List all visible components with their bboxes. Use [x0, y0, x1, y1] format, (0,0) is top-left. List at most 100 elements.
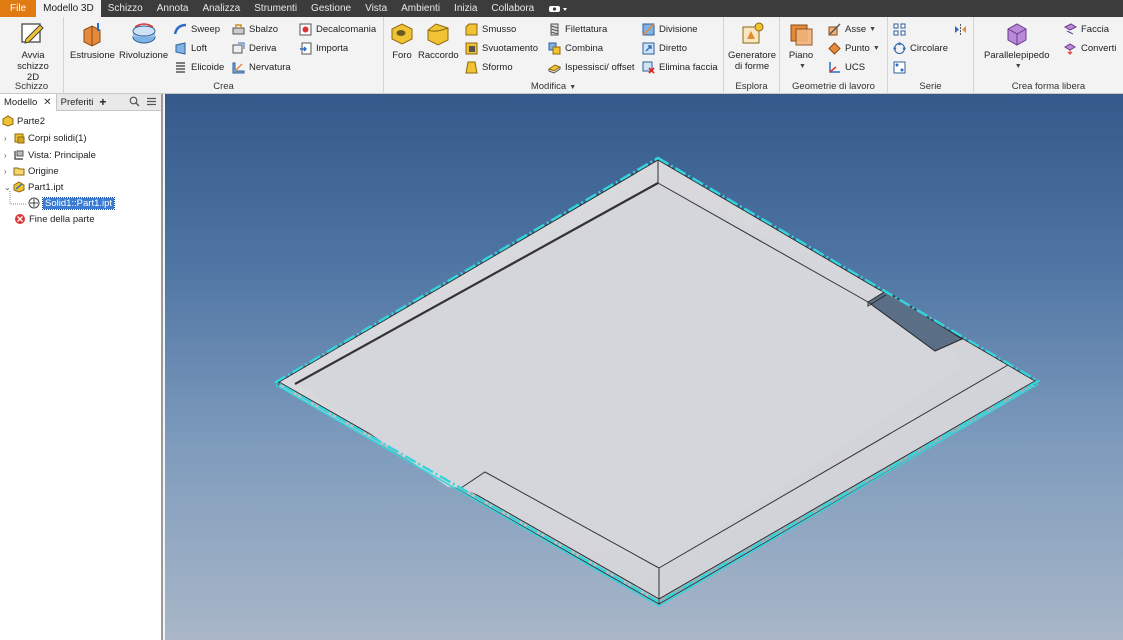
tree-item-end-of-part[interactable]: Fine della parte	[14, 212, 94, 226]
ispessisci-button[interactable]: Ispessisci/ offset	[548, 59, 635, 75]
camera-dropdown-icon[interactable]	[541, 0, 577, 17]
svuotamento-button[interactable]: Svuotamento	[465, 40, 538, 56]
rectangular-pattern-icon	[893, 23, 906, 35]
panel-schizzo: Avvia schizzo 2D Schizzo	[0, 17, 64, 94]
asse-button[interactable]: Asse ▼	[828, 21, 876, 37]
chevron-right-icon[interactable]: ›	[4, 167, 12, 176]
tab-modello[interactable]: Modello ✕	[0, 93, 57, 111]
divisione-button[interactable]: Divisione	[642, 21, 698, 37]
menu-icon[interactable]	[146, 96, 157, 110]
sformo-button[interactable]: Sformo	[465, 59, 513, 75]
tree-item-view[interactable]: › Vista: Principale	[4, 148, 96, 162]
thicken-icon	[548, 63, 561, 74]
import-icon	[300, 42, 312, 54]
nervatura-label: Nervatura	[249, 61, 291, 73]
search-icon[interactable]	[129, 96, 140, 110]
tab-schizzo[interactable]: Schizzo	[101, 0, 150, 17]
loft-button[interactable]: Loft	[174, 40, 207, 56]
tab-collabora[interactable]: Collabora	[484, 0, 541, 17]
estrusione-button[interactable]: Estrusione	[70, 21, 115, 61]
shape-generator-label-2: di forme	[734, 61, 770, 72]
importa-button[interactable]: Importa	[299, 40, 348, 56]
part-model[interactable]	[165, 94, 1123, 640]
loft-icon	[175, 41, 186, 55]
faccia-label: Faccia	[1081, 23, 1109, 35]
elimina-faccia-button[interactable]: Elimina faccia	[642, 59, 718, 75]
work-axis-icon	[828, 23, 841, 35]
circolare-label: Circolare	[910, 42, 949, 54]
sbalzo-button[interactable]: Sbalzo	[232, 21, 278, 37]
plus-icon[interactable]: +	[99, 95, 106, 109]
raccordo-button[interactable]: Raccordo	[418, 21, 459, 61]
smusso-button[interactable]: Smusso	[465, 21, 516, 37]
start-sketch-button[interactable]: Avvia schizzo 2D	[6, 21, 60, 83]
piano-button[interactable]: Piano ▼	[788, 21, 814, 72]
sketch-pattern-button[interactable]	[893, 59, 910, 75]
parallelepipedo-button[interactable]: Parallelepipedo ▼	[984, 21, 1050, 72]
tab-strumenti[interactable]: Strumenti	[247, 0, 304, 17]
rectangular-pattern-button[interactable]	[893, 21, 910, 37]
converti-button[interactable]: Converti	[1064, 40, 1116, 56]
ucs-button[interactable]: UCS	[828, 59, 865, 75]
combina-button[interactable]: Combina	[548, 40, 603, 56]
tree-item-solid[interactable]: Solid1::Part1.ipt	[28, 196, 116, 210]
diretto-label: Diretto	[659, 42, 687, 54]
tab-file[interactable]: File	[0, 0, 37, 17]
panel-pattern: Circolare Serie	[888, 17, 974, 94]
hole-icon	[391, 23, 413, 45]
sweep-button[interactable]: Sweep	[174, 21, 220, 37]
split-icon	[642, 22, 655, 36]
chevron-right-icon[interactable]: ›	[4, 134, 12, 143]
mirror-button[interactable]	[954, 21, 971, 37]
tab-modello-3d[interactable]: Modello 3D	[36, 0, 101, 17]
faccia-button[interactable]: Faccia	[1064, 21, 1109, 37]
filettatura-label: Filettatura	[565, 23, 608, 35]
tab-gestione[interactable]: Gestione	[304, 0, 358, 17]
foro-button[interactable]: Foro	[389, 21, 415, 61]
panel-title-geometrie: Geometrie di lavoro	[792, 81, 875, 92]
circolare-button[interactable]: Circolare	[893, 40, 948, 56]
rivoluzione-button[interactable]: Rivoluzione	[119, 21, 168, 61]
tab-vista[interactable]: Vista	[358, 0, 394, 17]
panel-work-features: Piano ▼ Asse ▼ Punto ▼ UCS Geometrie di la…	[780, 17, 888, 94]
panel-title-modifica[interactable]: Modifica ▼	[384, 81, 723, 92]
punto-label: Punto	[845, 42, 870, 54]
tab-analizza[interactable]: Analizza	[195, 0, 247, 17]
tree-item-label: Parte2	[17, 115, 45, 127]
punto-button[interactable]: Punto ▼	[828, 40, 880, 56]
filettatura-button[interactable]: Filettatura	[548, 21, 607, 37]
chevron-right-icon[interactable]: ›	[4, 151, 12, 160]
elicoide-button[interactable]: Elicoide	[174, 59, 224, 75]
deriva-button[interactable]: Deriva	[232, 40, 276, 56]
decalcomania-button[interactable]: Decalcomania	[299, 21, 376, 37]
panel-title-serie: Serie	[919, 81, 942, 92]
tree-item-label: Fine della parte	[29, 213, 95, 225]
raccordo-label: Raccordo	[418, 50, 459, 61]
diretto-button[interactable]: Diretto	[642, 40, 687, 56]
nervatura-button[interactable]: Nervatura	[232, 59, 291, 75]
tree-connector	[9, 191, 27, 205]
tree-item-solid-bodies[interactable]: › Corpi solidi(1)	[4, 131, 87, 145]
rivoluzione-label: Rivoluzione	[119, 50, 169, 61]
part-icon	[2, 115, 14, 127]
menu-tab-bar: File Modello 3D Schizzo Annota Analizza …	[0, 0, 1123, 17]
shape-generator-button[interactable]: Generatore di forme	[728, 21, 776, 72]
tab-inizia[interactable]: Inizia	[447, 0, 484, 17]
tree-item-origin[interactable]: › Origine	[4, 164, 59, 178]
tree-item-part[interactable]: Parte2	[2, 114, 45, 128]
combine-icon	[548, 42, 561, 54]
graphics-viewport[interactable]	[165, 94, 1123, 640]
parallelepipedo-label: Parallelepipedo	[984, 50, 1050, 61]
ispessisci-label: Ispessisci/ offset	[565, 61, 635, 73]
close-icon[interactable]: ✕	[43, 97, 51, 108]
panel-title-forma-libera: Crea forma libera	[1011, 81, 1086, 92]
ucs-label: UCS	[845, 61, 866, 73]
end-of-part-icon	[15, 214, 25, 224]
tab-ambienti[interactable]: Ambienti	[394, 0, 447, 17]
panel-modifica: Foro Raccordo Smusso Svuotamento Sformo …	[384, 17, 724, 94]
tab-preferiti[interactable]: Preferiti +	[57, 94, 111, 111]
convert-icon	[1064, 42, 1076, 55]
estrusione-label: Estrusione	[70, 50, 115, 61]
freeform-box-icon	[1007, 23, 1027, 46]
tab-annota[interactable]: Annota	[150, 0, 196, 17]
